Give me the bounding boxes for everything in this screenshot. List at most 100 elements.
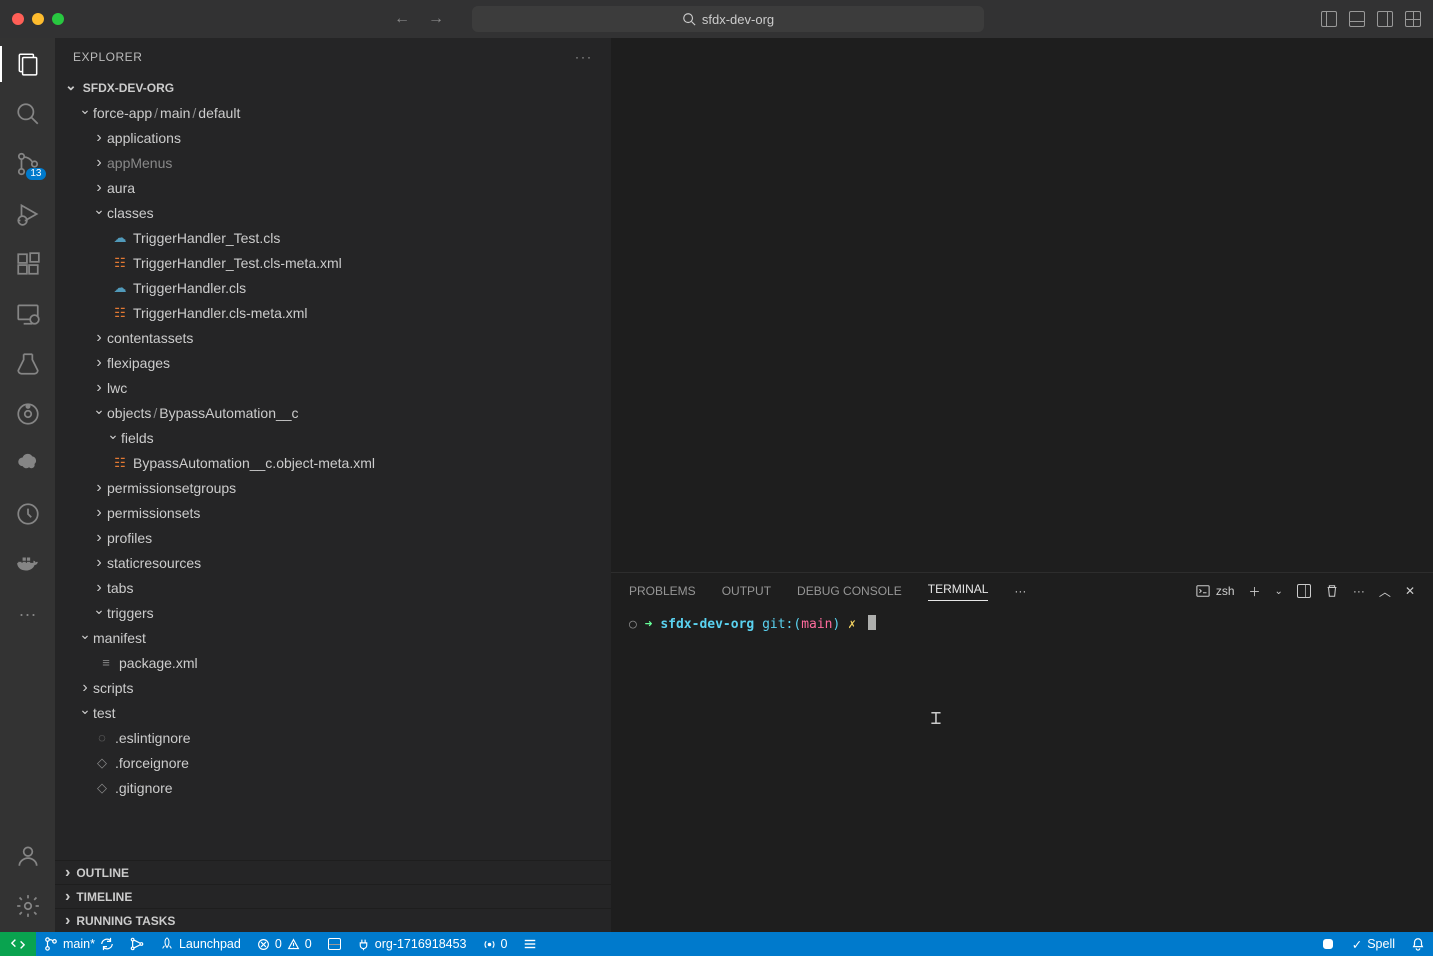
bell-icon bbox=[1411, 937, 1425, 951]
folder-scripts[interactable]: scripts bbox=[55, 675, 611, 700]
xml-file-icon: ☷ bbox=[111, 455, 129, 471]
file-eslintignore[interactable]: ◌.eslintignore bbox=[55, 725, 611, 750]
folder-fields[interactable]: fields bbox=[55, 425, 611, 450]
toggle-primary-sidebar-icon[interactable] bbox=[1321, 11, 1337, 27]
tab-debug-console[interactable]: DEBUG CONSOLE bbox=[797, 584, 902, 598]
terminal-dropdown-icon[interactable]: ⌄ bbox=[1275, 586, 1283, 597]
folder-applications[interactable]: applications bbox=[55, 125, 611, 150]
status-notifications[interactable] bbox=[1403, 932, 1433, 956]
status-copilot[interactable] bbox=[1312, 932, 1344, 956]
file-gitignore[interactable]: ◇.gitignore bbox=[55, 775, 611, 800]
docker-view-icon[interactable] bbox=[14, 550, 42, 578]
tab-output[interactable]: OUTPUT bbox=[722, 584, 771, 598]
timeline-section[interactable]: TIMELINE bbox=[55, 884, 611, 908]
status-org[interactable]: org-1716918453 bbox=[349, 932, 475, 956]
folder-staticresources[interactable]: staticresources bbox=[55, 550, 611, 575]
explorer-sidebar: EXPLORER ··· SFDX-DEV-ORG force-app/ mai… bbox=[55, 38, 611, 932]
more-views-icon[interactable]: ··· bbox=[14, 600, 42, 628]
testing-view-icon[interactable] bbox=[14, 350, 42, 378]
folder-permissionsets[interactable]: permissionsets bbox=[55, 500, 611, 525]
status-graph[interactable] bbox=[122, 932, 152, 956]
tab-terminal[interactable]: TERMINAL bbox=[928, 582, 989, 601]
folder-contentassets[interactable]: contentassets bbox=[55, 325, 611, 350]
file-bypass-object-meta[interactable]: ☷BypassAutomation__c.object-meta.xml bbox=[55, 450, 611, 475]
branch-icon bbox=[44, 937, 58, 951]
file-triggerhandler-test-cls[interactable]: ☁TriggerHandler_Test.cls bbox=[55, 225, 611, 250]
folder-profiles[interactable]: profiles bbox=[55, 525, 611, 550]
extensions-view-icon[interactable] bbox=[14, 250, 42, 278]
command-center-search[interactable]: sfdx-dev-org bbox=[472, 6, 984, 32]
salesforce-view-icon[interactable] bbox=[14, 450, 42, 478]
chevron-right-icon bbox=[96, 579, 101, 597]
folder-triggers[interactable]: triggers bbox=[55, 600, 611, 625]
nav-back[interactable]: ← bbox=[394, 10, 410, 28]
tab-problems[interactable]: PROBLEMS bbox=[629, 584, 696, 598]
chevron-right-icon bbox=[96, 354, 101, 372]
folder-objects[interactable]: objects/BypassAutomation__c bbox=[55, 400, 611, 425]
running-tasks-section[interactable]: RUNNING TASKS bbox=[55, 908, 611, 932]
folder-test[interactable]: test bbox=[55, 700, 611, 725]
settings-gear-icon[interactable] bbox=[14, 892, 42, 920]
xml-file-icon: ☷ bbox=[111, 255, 129, 271]
explorer-more-icon[interactable]: ··· bbox=[575, 50, 593, 64]
maximize-panel-icon[interactable]: ︿ bbox=[1379, 583, 1391, 600]
customize-layout-icon[interactable] bbox=[1405, 11, 1421, 27]
gitlens-view-icon[interactable] bbox=[14, 400, 42, 428]
status-branch[interactable]: main* bbox=[36, 932, 122, 956]
remote-indicator[interactable] bbox=[0, 932, 36, 956]
terminal-profile[interactable]: zsh bbox=[1196, 584, 1235, 598]
status-problems[interactable]: 0 0 bbox=[249, 932, 320, 956]
panel-more-icon[interactable]: ··· bbox=[1014, 584, 1026, 598]
outline-section[interactable]: OUTLINE bbox=[55, 860, 611, 884]
maximize-window[interactable] bbox=[52, 13, 64, 25]
panel-more-actions-icon[interactable]: ··· bbox=[1353, 584, 1365, 598]
toggle-panel-icon[interactable] bbox=[1349, 11, 1365, 27]
status-menu[interactable] bbox=[515, 932, 545, 956]
project-section[interactable]: SFDX-DEV-ORG bbox=[55, 76, 611, 100]
remote-explorer-icon[interactable] bbox=[14, 300, 42, 328]
folder-permissionsetgroups[interactable]: permissionsetgroups bbox=[55, 475, 611, 500]
file-triggerhandler-cls[interactable]: ☁TriggerHandler.cls bbox=[55, 275, 611, 300]
file-triggerhandler-meta[interactable]: ☷TriggerHandler.cls-meta.xml bbox=[55, 300, 611, 325]
minimize-window[interactable] bbox=[32, 13, 44, 25]
file-package-xml[interactable]: ≡package.xml bbox=[55, 650, 611, 675]
apex-file-icon: ☁ bbox=[111, 280, 129, 296]
file-triggerhandler-test-meta[interactable]: ☷TriggerHandler_Test.cls-meta.xml bbox=[55, 250, 611, 275]
split-terminal-icon[interactable] bbox=[1297, 584, 1311, 598]
toggle-secondary-sidebar-icon[interactable] bbox=[1377, 11, 1393, 27]
folder-appmenus[interactable]: appMenus bbox=[55, 150, 611, 175]
folder-force-app[interactable]: force-app/ main/ default bbox=[55, 100, 611, 125]
folder-classes[interactable]: classes bbox=[55, 200, 611, 225]
chevron-right-icon bbox=[96, 529, 101, 547]
terminal-cursor bbox=[868, 615, 876, 630]
status-launchpad[interactable]: Launchpad bbox=[152, 932, 249, 956]
status-signal[interactable]: 0 bbox=[475, 932, 516, 956]
folder-aura[interactable]: aura bbox=[55, 175, 611, 200]
sync-icon[interactable] bbox=[100, 937, 114, 951]
close-window[interactable] bbox=[12, 13, 24, 25]
status-layout[interactable] bbox=[320, 932, 349, 956]
close-panel-icon[interactable]: ✕ bbox=[1405, 584, 1415, 598]
run-debug-view-icon[interactable] bbox=[14, 200, 42, 228]
source-control-view-icon[interactable]: 13 bbox=[14, 150, 42, 178]
folder-flexipages[interactable]: flexipages bbox=[55, 350, 611, 375]
error-icon bbox=[257, 938, 270, 951]
kill-terminal-icon[interactable] bbox=[1325, 584, 1339, 598]
config-file-icon: ◌ bbox=[93, 730, 111, 745]
file-forceignore[interactable]: ◇.forceignore bbox=[55, 750, 611, 775]
chevron-down-icon bbox=[65, 80, 77, 97]
nav-forward[interactable]: → bbox=[428, 10, 444, 28]
new-terminal-icon[interactable]: ＋ bbox=[1249, 583, 1261, 600]
chevron-right-icon bbox=[96, 504, 101, 522]
folder-tabs[interactable]: tabs bbox=[55, 575, 611, 600]
terminal-body[interactable]: ○ ➜ sfdx-dev-org git:(main) ✗ Ꮖ bbox=[611, 609, 1433, 932]
editor-area: PROBLEMS OUTPUT DEBUG CONSOLE TERMINAL ·… bbox=[611, 38, 1433, 932]
timeline-activitybar-icon[interactable] bbox=[14, 500, 42, 528]
folder-lwc[interactable]: lwc bbox=[55, 375, 611, 400]
status-spell[interactable]: ✓ Spell bbox=[1344, 932, 1403, 956]
titlebar: ← → sfdx-dev-org bbox=[0, 0, 1433, 38]
explorer-view-icon[interactable] bbox=[14, 50, 42, 78]
folder-manifest[interactable]: manifest bbox=[55, 625, 611, 650]
accounts-icon[interactable] bbox=[14, 842, 42, 870]
search-view-icon[interactable] bbox=[14, 100, 42, 128]
